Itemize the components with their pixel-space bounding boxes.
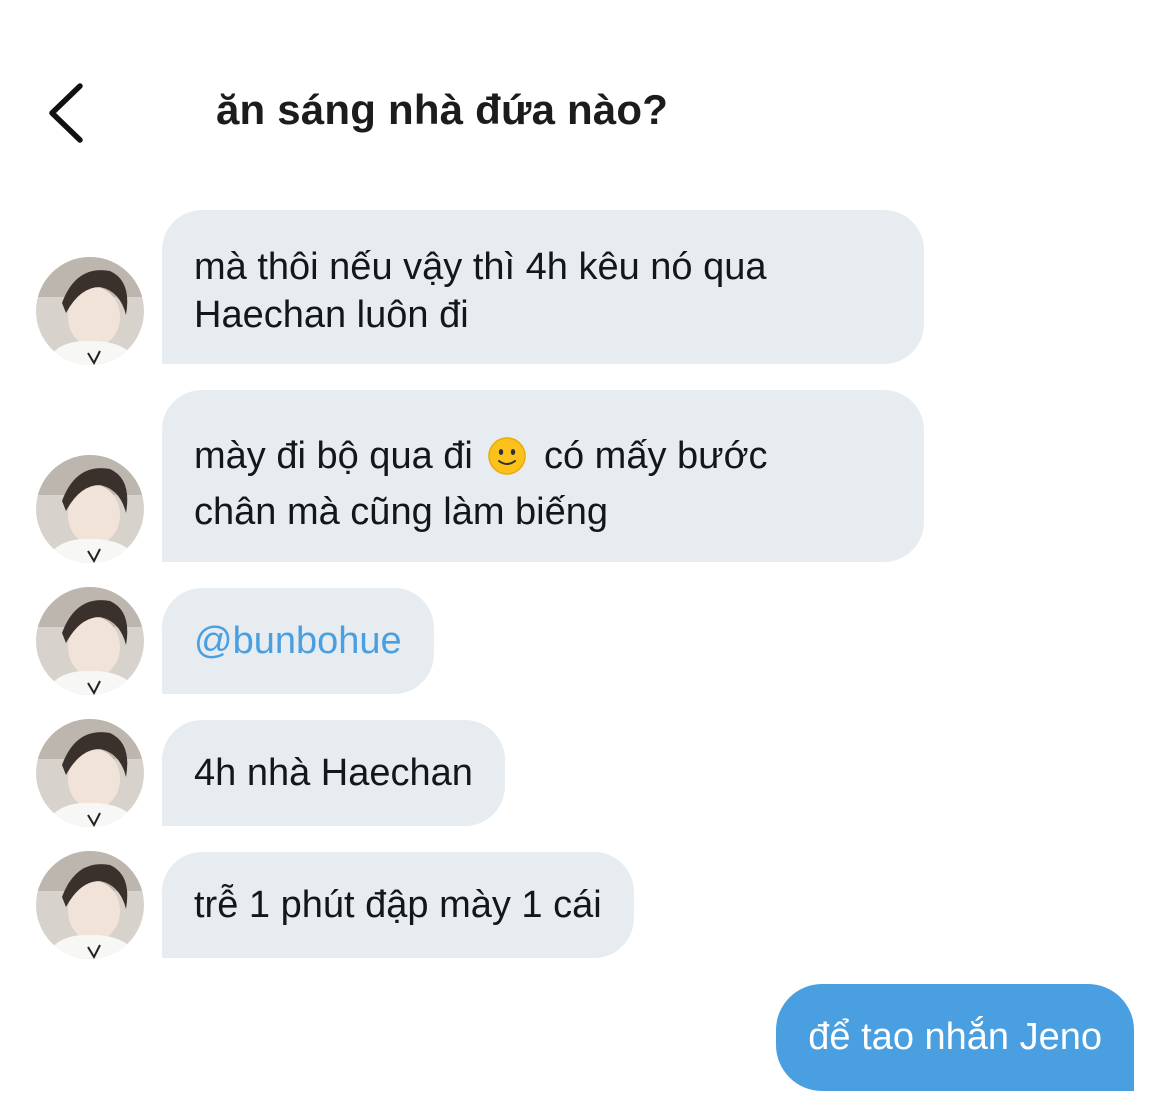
message-text: chân mà cũng làm biếng (194, 491, 609, 533)
chevron-left-icon (49, 83, 83, 143)
avatar-image (36, 587, 144, 695)
back-button[interactable] (40, 78, 100, 148)
message-bubble[interactable]: mày đi bộ qua đi có mấy bước chân mà cũn… (162, 390, 924, 562)
conversation-title: ăn sáng nhà đứa nào? (216, 86, 669, 133)
message-bubble[interactable]: trễ 1 phút đập mày 1 cái (162, 852, 634, 958)
slightly-smiling-face-icon (487, 436, 527, 476)
message-text: mà thôi nếu vậy thì 4h kêu nó qua (194, 246, 767, 288)
avatar[interactable] (36, 587, 144, 695)
avatar-image (36, 455, 144, 563)
message-text: có mấy bước (543, 435, 768, 477)
avatar[interactable] (36, 851, 144, 959)
message-bubble[interactable]: 4h nhà Haechan (162, 720, 505, 826)
message-line: mày đi bộ qua đi có mấy bước (194, 428, 892, 484)
message-bubble[interactable]: mà thôi nếu vậy thì 4h kêu nó qua Haecha… (162, 210, 924, 364)
avatar-image (36, 719, 144, 827)
avatar-image (36, 257, 144, 365)
message-text: trễ 1 phút đập mày 1 cái (194, 884, 602, 926)
mention-link[interactable]: @bunbohue (194, 617, 402, 665)
message-text: Haechan luôn đi (194, 294, 469, 336)
outgoing-message-bubble[interactable]: để tao nhắn Jeno (776, 984, 1134, 1091)
message-text: để tao nhắn Jeno (808, 1016, 1102, 1058)
avatar[interactable] (36, 257, 144, 365)
avatar[interactable] (36, 719, 144, 827)
message-bubble[interactable]: @bunbohue (162, 588, 434, 694)
conversation-header: ăn sáng nhà đứa nào? (0, 0, 1169, 190)
message-text: mày đi bộ qua đi (194, 435, 473, 477)
avatar-image (36, 851, 144, 959)
message-text: 4h nhà Haechan (194, 752, 473, 794)
avatar[interactable] (36, 455, 144, 563)
